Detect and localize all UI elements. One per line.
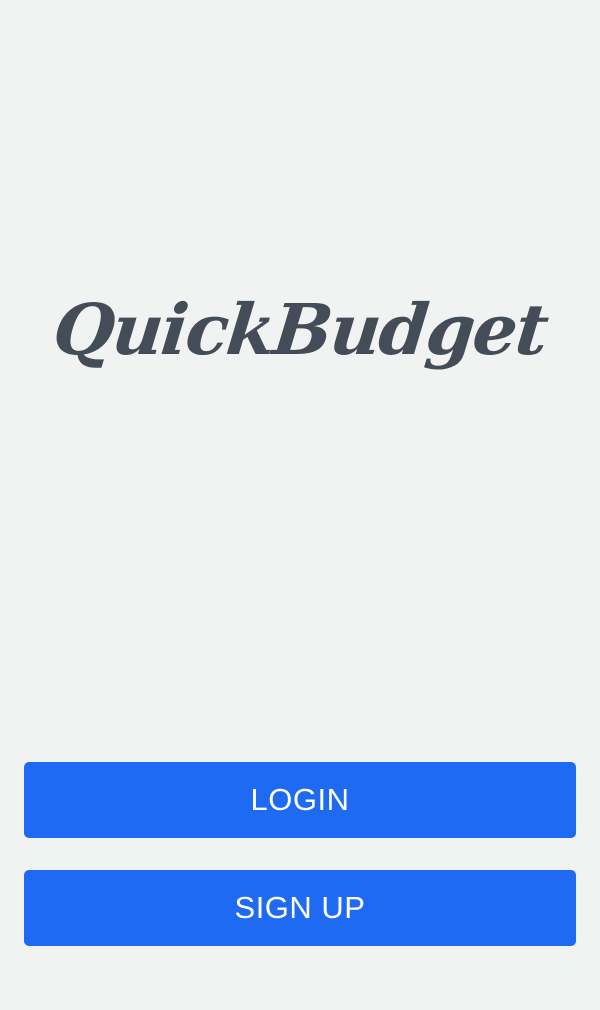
signup-button[interactable]: SIGN UP — [24, 870, 576, 946]
welcome-screen: QuickBudget LOGIN SIGN UP — [0, 0, 600, 1010]
app-logo: QuickBudget — [49, 288, 551, 371]
login-button[interactable]: LOGIN — [24, 762, 576, 838]
